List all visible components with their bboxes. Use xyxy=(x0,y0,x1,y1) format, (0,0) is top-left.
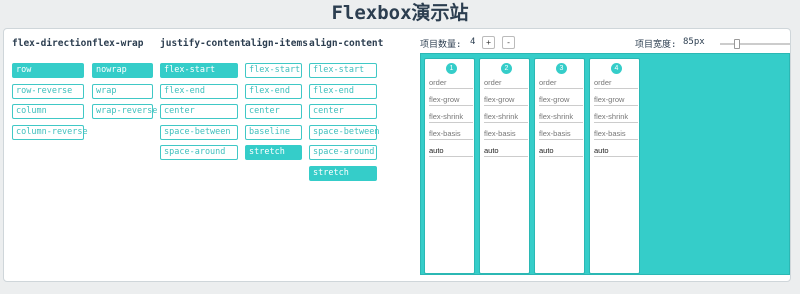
option-button[interactable]: space-around xyxy=(309,145,377,160)
flex-basis-value[interactable]: auto xyxy=(594,145,638,157)
increment-button[interactable]: + xyxy=(482,36,495,49)
flex-shrink-field[interactable]: flex-shrink xyxy=(484,111,528,123)
option-button[interactable]: space-between xyxy=(309,124,380,140)
flex-grow-field[interactable]: flex-grow xyxy=(539,94,583,106)
option-button[interactable]: flex-start xyxy=(245,63,302,78)
flex-basis-value[interactable]: auto xyxy=(484,145,528,157)
decrement-button[interactable]: - xyxy=(502,36,515,49)
flex-grow-field[interactable]: flex-grow xyxy=(594,94,638,106)
option-button[interactable]: center xyxy=(160,104,238,119)
slider-handle[interactable] xyxy=(734,39,741,49)
option-button[interactable]: space-around xyxy=(160,145,238,160)
item-width-label: 项目宽度: xyxy=(635,40,677,50)
column-heading: align-items xyxy=(245,38,308,49)
column-heading: justify-content xyxy=(160,38,246,49)
option-button[interactable]: column-reverse xyxy=(12,124,88,140)
column-heading: flex-direction xyxy=(12,38,93,49)
option-button[interactable]: center xyxy=(309,104,377,119)
flex-basis-field[interactable]: flex-basis xyxy=(539,128,583,140)
flex-basis-field[interactable]: flex-basis xyxy=(484,128,528,140)
item-number-badge: 3 xyxy=(556,63,567,74)
flex-basis-field[interactable]: flex-basis xyxy=(594,128,638,140)
column-align-items: align-items flex-start flex-end center b… xyxy=(245,37,308,166)
flex-shrink-field[interactable]: flex-shrink xyxy=(429,111,473,123)
item-controls: 项目数量: 4 + - 项目宽度: 85px xyxy=(420,35,792,53)
item-width-value: 85px xyxy=(683,37,705,47)
flex-basis-field[interactable]: flex-basis xyxy=(429,128,473,140)
option-button[interactable]: flex-start xyxy=(160,63,238,78)
order-field[interactable]: order xyxy=(594,77,638,89)
option-button[interactable]: center xyxy=(245,104,302,119)
flex-grow-field[interactable]: flex-grow xyxy=(484,94,528,106)
option-button[interactable]: stretch xyxy=(245,145,302,160)
option-button[interactable]: row-reverse xyxy=(12,83,84,99)
order-field[interactable]: order xyxy=(539,77,583,89)
flex-shrink-field[interactable]: flex-shrink xyxy=(539,111,583,123)
option-button[interactable]: space-between xyxy=(160,124,238,140)
option-button[interactable]: flex-end xyxy=(160,83,238,99)
option-button[interactable]: column xyxy=(12,104,84,119)
order-field[interactable]: order xyxy=(429,77,473,89)
column-heading: align-content xyxy=(309,38,384,49)
option-button[interactable]: row xyxy=(12,63,84,78)
flex-item: 2 order flex-grow flex-shrink flex-basis… xyxy=(479,58,530,274)
column-align-content: align-content flex-start flex-end center… xyxy=(309,37,384,186)
demo-panel: flex-direction row row-reverse column co… xyxy=(3,28,791,282)
item-count-label: 项目数量: xyxy=(420,40,462,50)
option-list: nowrap wrap wrap-reverse xyxy=(92,63,157,119)
option-list: row row-reverse column column-reverse xyxy=(12,63,90,140)
flex-item: 3 order flex-grow flex-shrink flex-basis… xyxy=(534,58,585,274)
flex-item: 1 order flex-grow flex-shrink flex-basis… xyxy=(424,58,475,274)
width-slider[interactable] xyxy=(720,39,790,49)
column-flex-direction: flex-direction row row-reverse column co… xyxy=(12,37,93,145)
flex-shrink-field[interactable]: flex-shrink xyxy=(594,111,638,123)
option-button[interactable]: flex-end xyxy=(245,83,302,99)
page-title: Flexbox演示站 xyxy=(331,2,469,24)
item-count-value: 4 xyxy=(470,37,476,47)
option-button[interactable]: flex-end xyxy=(309,83,377,99)
option-button[interactable]: nowrap xyxy=(92,63,153,78)
item-number-badge: 2 xyxy=(501,63,512,74)
option-button[interactable]: wrap xyxy=(92,83,153,99)
flex-container-preview: 1 order flex-grow flex-shrink flex-basis… xyxy=(420,53,790,275)
item-number-badge: 4 xyxy=(611,63,622,74)
option-list: flex-start flex-end center space-between… xyxy=(160,63,242,160)
option-list: flex-start flex-end center space-between… xyxy=(309,63,381,181)
order-field[interactable]: order xyxy=(484,77,528,89)
option-button[interactable]: stretch xyxy=(309,165,377,181)
flex-basis-value[interactable]: auto xyxy=(539,145,583,157)
column-justify-content: justify-content flex-start flex-end cent… xyxy=(160,37,246,166)
column-heading: flex-wrap xyxy=(92,38,144,49)
item-number-badge: 1 xyxy=(446,63,457,74)
flex-item: 4 order flex-grow flex-shrink flex-basis… xyxy=(589,58,640,274)
option-button[interactable]: wrap-reverse xyxy=(92,104,157,119)
column-flex-wrap: flex-wrap nowrap wrap wrap-reverse xyxy=(92,37,157,125)
option-list: flex-start flex-end center baseline stre… xyxy=(245,63,305,160)
flex-grow-field[interactable]: flex-grow xyxy=(429,94,473,106)
option-button[interactable]: baseline xyxy=(245,124,302,140)
option-button[interactable]: flex-start xyxy=(309,63,377,78)
flex-basis-value[interactable]: auto xyxy=(429,145,473,157)
